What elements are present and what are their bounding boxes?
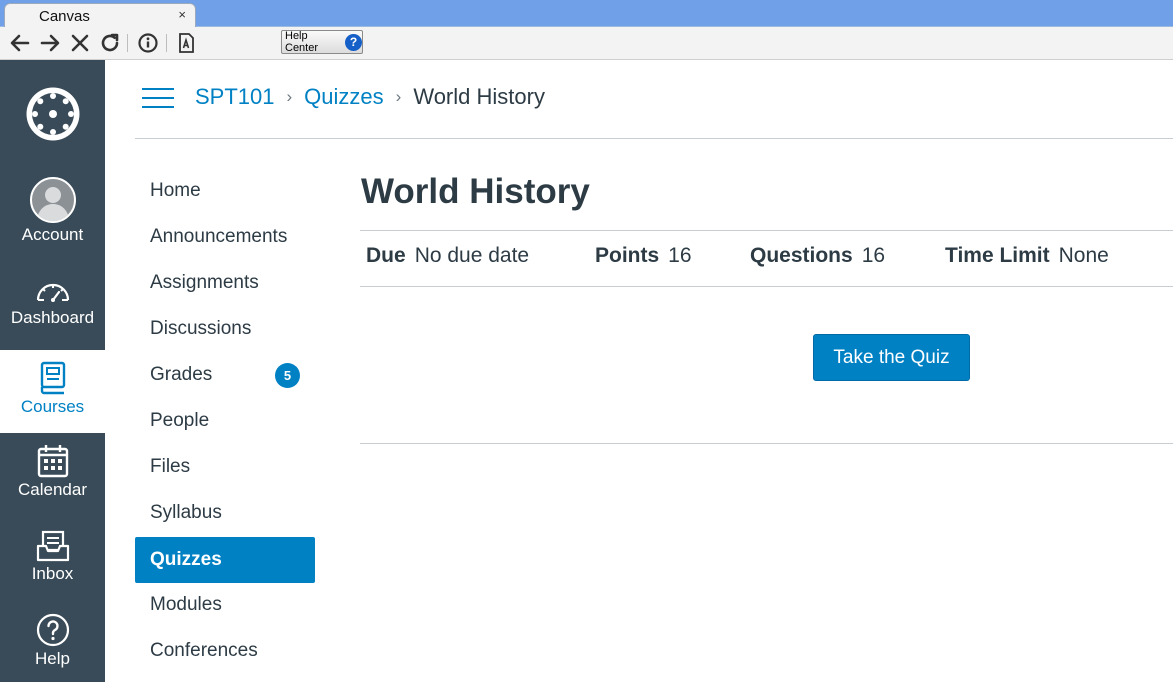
question-mark-icon: ? bbox=[345, 33, 362, 51]
back-arrow-icon[interactable] bbox=[8, 31, 32, 55]
breadcrumb-quizzes-link[interactable]: Quizzes bbox=[304, 84, 383, 110]
course-nav-syllabus[interactable]: Syllabus bbox=[135, 490, 315, 536]
global-nav-dashboard[interactable]: Dashboard bbox=[0, 276, 105, 346]
course-nav-label: Announcements bbox=[150, 226, 288, 247]
course-nav-assignments[interactable]: Assignments bbox=[135, 260, 315, 306]
breadcrumb-separator: › bbox=[286, 87, 293, 106]
canvas-logo-icon[interactable] bbox=[26, 87, 80, 141]
meta-label: Points bbox=[595, 244, 660, 267]
meta-value: 16 bbox=[861, 244, 886, 267]
global-nav-inbox[interactable]: Inbox bbox=[0, 530, 105, 600]
course-nav-label: People bbox=[150, 410, 210, 431]
courses-icon bbox=[40, 361, 65, 395]
meta-label: Due bbox=[366, 244, 406, 267]
breadcrumb-course-link[interactable]: SPT101 bbox=[195, 84, 275, 110]
course-nav-people[interactable]: People bbox=[135, 398, 315, 444]
tab-close-icon[interactable]: × bbox=[178, 7, 186, 22]
site-info-icon[interactable] bbox=[136, 31, 160, 55]
course-nav-label: Discussions bbox=[150, 318, 252, 339]
course-nav-label: Home bbox=[150, 180, 201, 201]
global-nav-account[interactable]: Account bbox=[0, 177, 105, 257]
quiz-meta-questions: Questions 16 bbox=[750, 244, 885, 268]
meta-value: None bbox=[1058, 244, 1109, 267]
global-nav-label: Dashboard bbox=[10, 308, 95, 327]
global-nav: Account Dashboard Courses Calendar Inbox… bbox=[0, 60, 105, 682]
course-nav-label: Grades bbox=[150, 364, 213, 385]
meta-label: Time Limit bbox=[945, 244, 1050, 267]
forward-arrow-icon[interactable] bbox=[38, 31, 62, 55]
global-nav-courses[interactable]: Courses bbox=[0, 350, 105, 433]
calendar-icon bbox=[37, 445, 68, 478]
divider bbox=[360, 230, 1173, 231]
global-nav-label: Calendar bbox=[18, 480, 87, 499]
quiz-meta-points: Points 16 bbox=[595, 244, 692, 268]
course-nav-home[interactable]: Home bbox=[135, 168, 315, 214]
browser-tabstrip: Canvas × bbox=[0, 0, 1173, 28]
take-quiz-button[interactable]: Take the Quiz bbox=[813, 334, 970, 381]
course-nav-label: Conferences bbox=[150, 640, 258, 661]
quiz-meta-time-limit: Time Limit None bbox=[945, 244, 1109, 268]
global-nav-help[interactable]: Help bbox=[0, 613, 105, 682]
global-nav-label: Account bbox=[21, 225, 84, 244]
breadcrumb-current: World History bbox=[413, 84, 545, 109]
global-nav-label: Help bbox=[35, 649, 70, 668]
course-nav-announcements[interactable]: Announcements bbox=[135, 214, 315, 260]
course-nav-modules[interactable]: Modules bbox=[135, 582, 315, 628]
course-nav-conferences[interactable]: Conferences bbox=[135, 628, 315, 674]
course-menu-toggle-icon[interactable] bbox=[142, 86, 174, 110]
page-title: World History bbox=[361, 172, 590, 211]
reader-mode-icon[interactable] bbox=[174, 31, 198, 55]
header-divider bbox=[135, 138, 1173, 139]
browser-tab[interactable]: Canvas × bbox=[4, 3, 196, 28]
toolbar-divider bbox=[127, 34, 128, 52]
meta-value: No due date bbox=[414, 244, 530, 267]
course-nav-quizzes[interactable]: Quizzes bbox=[135, 537, 315, 583]
course-nav-label: Modules bbox=[150, 594, 222, 615]
breadcrumb-separator: › bbox=[395, 87, 402, 106]
course-nav-files[interactable]: Files bbox=[135, 444, 315, 490]
grades-count-badge: 5 bbox=[275, 363, 300, 388]
tab-title: Canvas bbox=[39, 8, 90, 25]
meta-value: 16 bbox=[668, 244, 692, 267]
browser-toolbar: Help Center ? bbox=[0, 27, 1173, 60]
breadcrumb: SPT101 › Quizzes › World History bbox=[195, 84, 545, 110]
global-nav-label: Inbox bbox=[31, 564, 74, 583]
help-icon bbox=[36, 613, 69, 647]
toolbar-divider bbox=[166, 34, 167, 52]
divider bbox=[360, 443, 1173, 444]
course-nav-label: Files bbox=[150, 456, 191, 477]
avatar-icon bbox=[29, 177, 76, 223]
quiz-meta-due: Due No due date bbox=[366, 244, 529, 268]
global-nav-calendar[interactable]: Calendar bbox=[0, 444, 105, 514]
course-nav-discussions[interactable]: Discussions bbox=[135, 306, 315, 352]
course-nav-label: Assignments bbox=[150, 272, 259, 293]
course-nav-grades[interactable]: Grades 5 bbox=[135, 352, 315, 398]
meta-label: Questions bbox=[750, 244, 853, 267]
reload-icon[interactable] bbox=[98, 31, 122, 55]
dashboard-icon bbox=[36, 283, 69, 302]
help-center-button[interactable]: Help Center ? bbox=[281, 30, 363, 54]
course-nav-label: Syllabus bbox=[150, 502, 222, 523]
global-nav-label: Courses bbox=[20, 397, 85, 416]
stop-icon[interactable] bbox=[68, 31, 92, 55]
divider bbox=[360, 286, 1173, 287]
course-nav-label: Quizzes bbox=[150, 549, 222, 570]
inbox-icon bbox=[36, 530, 69, 562]
help-center-label: Help Center bbox=[285, 30, 319, 54]
